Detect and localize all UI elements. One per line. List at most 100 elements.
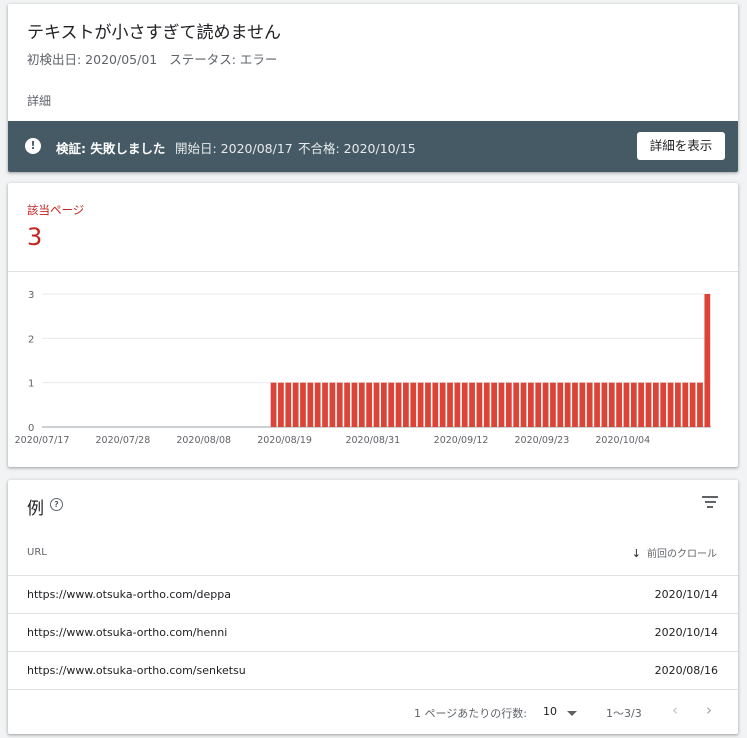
chart-bar xyxy=(704,294,711,427)
column-header-last-crawl[interactable]: ↓ 前回のクロール xyxy=(632,545,717,560)
chart-bar xyxy=(439,382,446,427)
chart-bar xyxy=(652,382,659,427)
issue-title: テキストが小さすぎて読めません xyxy=(27,23,281,43)
y-tick-label: 1 xyxy=(28,379,34,390)
chart-bar xyxy=(660,382,667,427)
table-row[interactable]: https://www.otsuka-ortho.com/deppa 2020/… xyxy=(8,575,738,613)
issue-meta: 初検出日: 2020/05/01 ステータス: エラー xyxy=(27,49,277,68)
chart-bar xyxy=(322,382,328,427)
rows-per-page-label: 1 ページあたりの行数: xyxy=(414,707,527,720)
chart-bar xyxy=(645,382,652,427)
affected-pages-label: 該当ページ xyxy=(27,203,85,217)
affected-pages-card: 該当ページ 3 0 1 2 3 2020/07/17 2020/07/28 2020/08/… xyxy=(8,183,738,467)
chart-bar xyxy=(344,382,350,427)
help-circle-icon[interactable]: ? xyxy=(50,498,63,511)
chart-bar xyxy=(417,382,424,427)
chart-bar xyxy=(469,382,475,427)
chart-bar xyxy=(358,382,365,427)
chart-bar xyxy=(682,382,689,427)
chart-bar xyxy=(638,382,645,427)
chevron-right-icon[interactable]: › xyxy=(706,701,712,719)
row-url: https://www.otsuka-ortho.com/deppa xyxy=(27,588,231,601)
y-tick-label: 0 xyxy=(28,423,34,434)
chart-bar xyxy=(425,382,431,427)
page-range: 1〜3/3 xyxy=(606,707,642,720)
alert-circle-icon: ! xyxy=(25,138,41,154)
chart-bar xyxy=(520,382,527,427)
chart-bar xyxy=(410,382,417,427)
chart-bar xyxy=(329,382,336,427)
chart-bar xyxy=(586,382,593,427)
chart-bar xyxy=(667,382,674,427)
chevron-down-icon[interactable] xyxy=(567,711,577,716)
chart-bar xyxy=(572,382,578,427)
table-row[interactable]: https://www.otsuka-ortho.com/senketsu 20… xyxy=(8,651,738,689)
validation-failed-date: 不合格: 2020/10/15 xyxy=(298,141,416,156)
chart-bar xyxy=(461,382,468,427)
table-row[interactable]: https://www.otsuka-ortho.com/henni 2020/… xyxy=(8,613,738,651)
chart-bar xyxy=(351,382,358,427)
chart-bar xyxy=(483,382,490,427)
chart-bar xyxy=(395,382,402,427)
chart-bar xyxy=(697,382,703,427)
rows-per-page-select[interactable]: 10 xyxy=(543,705,557,718)
row-date: 2020/10/14 xyxy=(654,588,718,601)
chart-bar xyxy=(380,382,387,427)
chart-bar xyxy=(542,382,549,427)
chart-bar xyxy=(432,382,439,427)
chart-bar xyxy=(594,382,600,427)
y-tick-label: 3 xyxy=(28,290,34,301)
chart-bar xyxy=(300,382,306,427)
chart-bar xyxy=(307,382,314,427)
chart-bar xyxy=(292,382,299,427)
arrow-down-icon: ↓ xyxy=(631,547,641,560)
validation-status: 検証: 失敗しました xyxy=(56,141,166,156)
issue-header-card: テキストが小さすぎて読めません 初検出日: 2020/05/01 ステータス: エ… xyxy=(8,4,738,172)
chart-bar xyxy=(557,382,564,427)
examples-card: 例 ? URL ↓ 前回のクロール https://www.otsuka-orth… xyxy=(8,480,738,734)
x-tick-label: 2020/09/12 xyxy=(434,435,489,446)
details-link[interactable]: 詳細 xyxy=(27,92,51,109)
pagination: 1 ページあたりの行数: 10 1〜3/3 ‹ › xyxy=(8,689,738,734)
chart-bar xyxy=(601,382,608,427)
status-text: ステータス: エラー xyxy=(169,52,278,67)
chart-bar xyxy=(447,382,453,427)
filter-icon[interactable] xyxy=(702,496,718,508)
validation-start-date: 開始日: 2020/08/17 xyxy=(175,141,293,156)
row-url: https://www.otsuka-ortho.com/henni xyxy=(27,626,228,639)
examples-title: 例 xyxy=(27,499,44,519)
chart-bar xyxy=(454,382,461,427)
chevron-left-icon[interactable]: ‹ xyxy=(672,701,678,719)
x-tick-label: 2020/10/04 xyxy=(595,435,650,446)
affected-pages-count: 3 xyxy=(27,223,43,251)
row-url: https://www.otsuka-ortho.com/senketsu xyxy=(27,664,246,677)
chart-bar xyxy=(564,382,571,427)
chart-bar xyxy=(491,382,498,427)
chart-bar xyxy=(535,382,542,427)
x-tick-label: 2020/07/28 xyxy=(95,435,150,446)
row-date: 2020/10/14 xyxy=(654,626,718,639)
chart-bar xyxy=(314,382,321,427)
chart-bar xyxy=(579,382,586,427)
chart-bar xyxy=(285,382,292,427)
chart-bar xyxy=(616,382,622,427)
column-header-url[interactable]: URL xyxy=(27,547,47,558)
first-detected-text: 初検出日: 2020/05/01 xyxy=(27,52,158,67)
chart-bar xyxy=(630,382,637,427)
chart-bar xyxy=(336,382,343,427)
last-crawl-label: 前回のクロール xyxy=(647,549,717,560)
x-tick-label: 2020/08/31 xyxy=(345,435,400,446)
see-details-button[interactable]: 詳細を表示 xyxy=(637,132,725,160)
chart-bar xyxy=(623,382,630,427)
chart-bar xyxy=(675,382,681,427)
validation-bar: ! 検証: 失敗しました 開始日: 2020/08/17 不合格: 2020/1… xyxy=(8,121,738,172)
x-tick-label: 2020/08/08 xyxy=(176,435,231,446)
chart-bar xyxy=(270,382,277,427)
x-tick-label: 2020/07/17 xyxy=(15,435,70,446)
chart-bar xyxy=(498,382,505,427)
chart-bar xyxy=(689,382,696,427)
chart-bar xyxy=(388,382,395,427)
chart-bar xyxy=(608,382,615,427)
x-tick-label: 2020/09/23 xyxy=(515,435,570,446)
chart-bar xyxy=(513,382,520,427)
